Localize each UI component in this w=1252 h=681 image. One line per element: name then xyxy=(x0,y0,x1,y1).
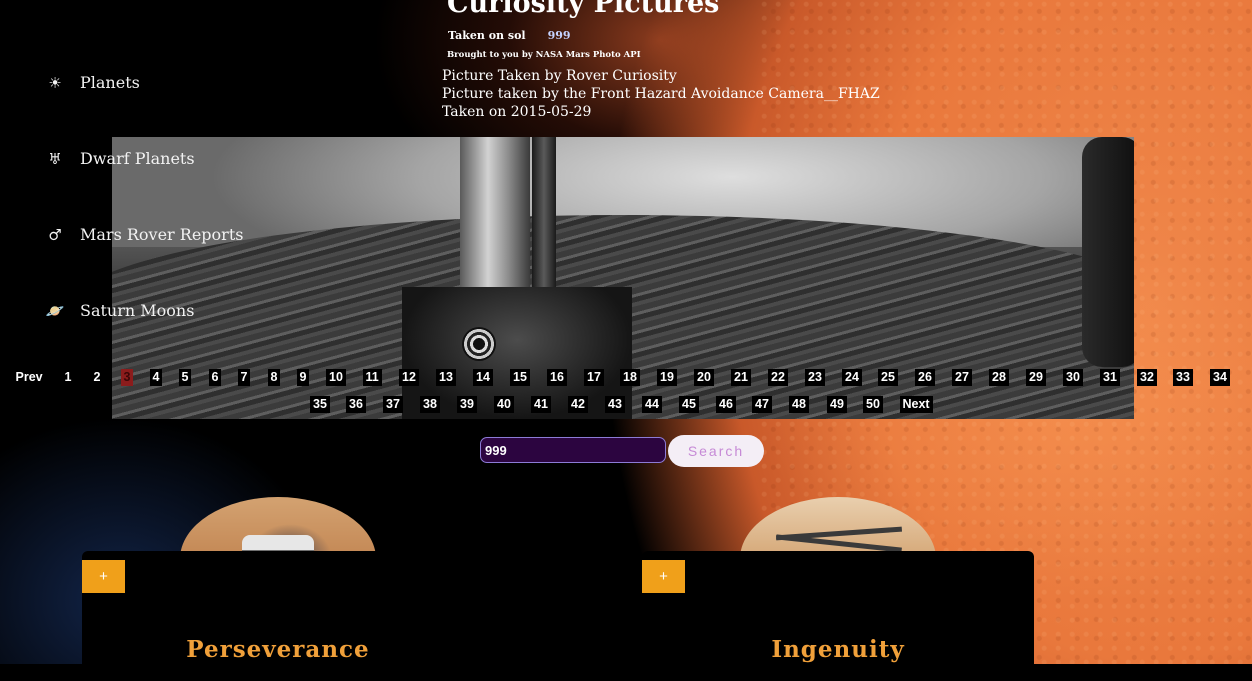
page-button[interactable]: 9 xyxy=(296,369,310,386)
page-button[interactable]: 24 xyxy=(842,369,862,386)
dwarf-planet-icon: ♅ xyxy=(48,149,62,168)
prev-page-button[interactable]: Prev xyxy=(13,369,46,386)
sol-label: Taken on sol xyxy=(448,29,526,42)
next-page-button[interactable]: Next xyxy=(899,396,933,413)
page-button[interactable]: 17 xyxy=(584,369,604,386)
page-button[interactable]: 3 xyxy=(120,369,134,386)
photo-calibration-target xyxy=(462,327,496,361)
page-button[interactable]: 27 xyxy=(952,369,972,386)
perseverance-expand-button[interactable]: + xyxy=(82,560,125,593)
photo-rover-wheel xyxy=(1082,137,1134,367)
ingenuity-expand-button[interactable]: + xyxy=(642,560,685,593)
card-title: Perseverance xyxy=(186,636,370,663)
card-title: Ingenuity xyxy=(771,636,905,663)
page-button[interactable]: 31 xyxy=(1100,369,1120,386)
page-button[interactable]: 50 xyxy=(863,396,883,413)
sidebar-item-planets[interactable]: ☀ Planets xyxy=(44,73,140,92)
page-title: Curiosity Pictures xyxy=(447,0,720,19)
page-button[interactable]: 49 xyxy=(827,396,847,413)
page-button[interactable]: 1 xyxy=(62,369,75,386)
perseverance-card: + Perseverance xyxy=(82,551,474,681)
page-button[interactable]: 41 xyxy=(531,396,551,413)
page-button[interactable]: 44 xyxy=(642,396,662,413)
page-button[interactable]: 40 xyxy=(494,396,514,413)
page-button[interactable]: 10 xyxy=(326,369,346,386)
page-button[interactable]: 48 xyxy=(789,396,809,413)
sidebar-item-mars-rover-reports[interactable]: ♂ Mars Rover Reports xyxy=(44,225,243,244)
ringed-planet-icon: 🪐 xyxy=(45,301,65,320)
page-button[interactable]: 47 xyxy=(752,396,772,413)
page-button[interactable]: 23 xyxy=(805,369,825,386)
page-button[interactable]: 20 xyxy=(694,369,714,386)
sol-line: Taken on sol 999 xyxy=(448,29,571,42)
sidebar-item-saturn-moons[interactable]: 🪐 Saturn Moons xyxy=(44,301,195,320)
page-button[interactable]: 46 xyxy=(716,396,736,413)
sidebar-item-label: Dwarf Planets xyxy=(80,149,195,168)
page-button[interactable]: 13 xyxy=(436,369,456,386)
page-button[interactable]: 29 xyxy=(1026,369,1046,386)
page-button[interactable]: 30 xyxy=(1063,369,1083,386)
sidebar-item-label: Mars Rover Reports xyxy=(80,225,244,244)
page-button[interactable]: 42 xyxy=(568,396,588,413)
page-button[interactable]: 19 xyxy=(657,369,677,386)
page-button[interactable]: 45 xyxy=(679,396,699,413)
page-button[interactable]: 18 xyxy=(620,369,640,386)
camera-line: Picture taken by the Front Hazard Avoida… xyxy=(442,86,880,102)
sol-search-input[interactable] xyxy=(480,437,666,463)
page-button[interactable]: 26 xyxy=(915,369,935,386)
page-button[interactable]: 4 xyxy=(149,369,163,386)
ingenuity-card: + Ingenuity xyxy=(642,551,1034,681)
sol-value: 999 xyxy=(547,29,571,42)
page-button[interactable]: 28 xyxy=(989,369,1009,386)
page-button[interactable]: 34 xyxy=(1210,369,1230,386)
api-credit: Brought to you by NASA Mars Photo API xyxy=(447,50,641,60)
page-button[interactable]: 5 xyxy=(178,369,192,386)
page-button[interactable]: 43 xyxy=(605,396,625,413)
page-button[interactable]: 22 xyxy=(768,369,788,386)
page-button[interactable]: 15 xyxy=(510,369,530,386)
page-button[interactable]: 8 xyxy=(267,369,281,386)
rover-line: Picture Taken by Rover Curiosity xyxy=(442,68,677,84)
page-button[interactable]: 6 xyxy=(208,369,222,386)
sidebar-item-label: Saturn Moons xyxy=(80,301,195,320)
sidebar-item-label: Planets xyxy=(80,73,140,92)
mars-symbol-icon: ♂ xyxy=(48,225,62,244)
page-button[interactable]: 35 xyxy=(310,396,330,413)
photo-info: Picture Taken by Rover Curiosity Picture… xyxy=(442,67,880,121)
helicopter-rotor xyxy=(776,534,902,553)
page-button[interactable]: 14 xyxy=(473,369,493,386)
sun-icon: ☀ xyxy=(48,73,62,92)
page-button[interactable]: 37 xyxy=(383,396,403,413)
photo-rover-cable xyxy=(532,137,556,297)
sidebar-item-dwarf-planets[interactable]: ♅ Dwarf Planets xyxy=(44,149,195,168)
page-button[interactable]: 39 xyxy=(457,396,477,413)
page-button[interactable]: 33 xyxy=(1173,369,1193,386)
page-button[interactable]: 38 xyxy=(420,396,440,413)
page-button[interactable]: 11 xyxy=(362,369,382,386)
page-button[interactable]: 32 xyxy=(1137,369,1157,386)
page-button[interactable]: 25 xyxy=(878,369,898,386)
search-button[interactable]: Search xyxy=(668,435,764,467)
page-button[interactable]: 36 xyxy=(346,396,366,413)
date-line: Taken on 2015-05-29 xyxy=(442,104,592,120)
page-button[interactable]: 21 xyxy=(731,369,751,386)
page-button[interactable]: 16 xyxy=(547,369,567,386)
page-button[interactable]: 12 xyxy=(399,369,419,386)
page-button[interactable]: 7 xyxy=(237,369,251,386)
page-button[interactable]: 2 xyxy=(91,369,104,386)
